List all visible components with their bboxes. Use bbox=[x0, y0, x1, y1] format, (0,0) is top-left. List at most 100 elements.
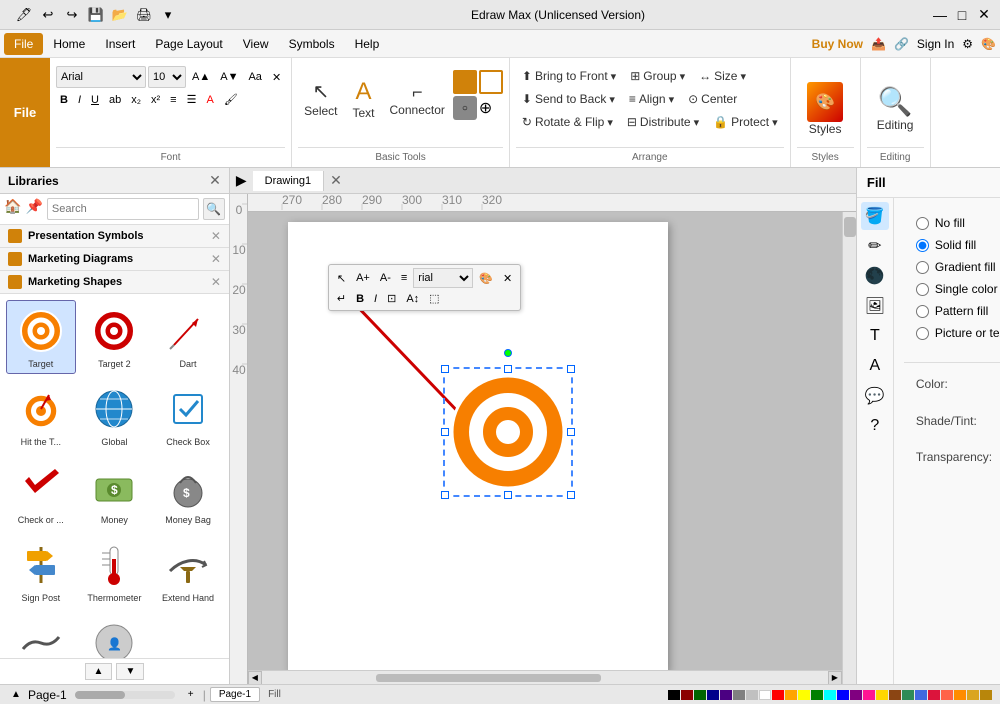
shape-target2[interactable]: Target 2 bbox=[80, 300, 150, 374]
color-gray[interactable] bbox=[733, 690, 745, 700]
resize-handle-bl[interactable] bbox=[441, 491, 449, 499]
italic-btn[interactable]: I bbox=[74, 92, 85, 108]
minimize-btn[interactable]: — bbox=[932, 7, 948, 23]
shape-extend-hand[interactable]: Extend Hand bbox=[153, 534, 223, 608]
font-color-btn[interactable]: A bbox=[202, 92, 217, 108]
drawing-page[interactable]: ↖ A+ A- ≡ rial 🎨 ✕ ↵ bbox=[288, 222, 668, 672]
theme-icon[interactable]: 🎨 bbox=[981, 37, 996, 51]
fill-radio-pattern[interactable] bbox=[916, 305, 929, 318]
color-indigo[interactable] bbox=[720, 690, 732, 700]
connector-btn[interactable]: ⌐ Connector bbox=[384, 66, 451, 134]
color-white[interactable] bbox=[759, 690, 771, 700]
fill-format-btn[interactable]: A bbox=[861, 352, 889, 380]
color-yellow[interactable] bbox=[798, 690, 810, 700]
menu-help[interactable]: Help bbox=[345, 33, 390, 55]
shape-handshake[interactable] bbox=[6, 612, 76, 658]
scroll-left-btn[interactable]: ◀ bbox=[248, 671, 262, 685]
page-tab-1[interactable]: Page-1 bbox=[210, 687, 260, 702]
resize-handle-br[interactable] bbox=[567, 491, 575, 499]
undo-btn[interactable]: ↩ bbox=[38, 5, 58, 25]
menu-home[interactable]: Home bbox=[43, 33, 95, 55]
fill-image-btn[interactable]: 🖼 bbox=[861, 292, 889, 320]
color-darkgreen[interactable] bbox=[694, 690, 706, 700]
close-toolbar-btn[interactable]: ✕ bbox=[499, 270, 516, 287]
color-darkred[interactable] bbox=[681, 690, 693, 700]
color-blue[interactable] bbox=[837, 690, 849, 700]
fill-option-gradient[interactable]: Gradient fill bbox=[916, 260, 1000, 274]
page-scroll-thumb[interactable] bbox=[75, 691, 125, 699]
fill-radio-picture[interactable] bbox=[916, 327, 929, 340]
resize-handle-ml[interactable] bbox=[441, 428, 449, 436]
shape-dart[interactable]: Dart bbox=[153, 300, 223, 374]
shape-sign-post[interactable]: Sign Post bbox=[6, 534, 76, 608]
font-family-select[interactable]: Arial bbox=[56, 66, 146, 88]
hollow-rect-tool[interactable] bbox=[479, 70, 503, 94]
rotate-handle[interactable] bbox=[504, 349, 512, 357]
fill-color-btn-f[interactable]: 🎨 bbox=[475, 270, 497, 287]
float-indent-btn[interactable]: ↵ bbox=[333, 290, 350, 307]
color-seagreen[interactable] bbox=[902, 690, 914, 700]
fill-option-solid[interactable]: Solid fill bbox=[916, 238, 1000, 252]
fill-radio-gradient[interactable] bbox=[916, 261, 929, 274]
resize-handle-mr[interactable] bbox=[567, 428, 575, 436]
bold-btn[interactable]: B bbox=[56, 92, 72, 108]
drawing-surface[interactable]: ↖ A+ A- ≡ rial 🎨 ✕ ↵ bbox=[248, 212, 856, 684]
library-category-marketing-diagrams[interactable]: Marketing Diagrams ✕ bbox=[0, 248, 229, 271]
menu-symbols[interactable]: Symbols bbox=[279, 33, 345, 55]
underline-btn[interactable]: U bbox=[87, 92, 103, 108]
highlight-btn[interactable]: 🖌 bbox=[220, 91, 242, 108]
library-category-marketing-shapes[interactable]: Marketing Shapes ✕ bbox=[0, 271, 229, 294]
color-goldenrod[interactable] bbox=[967, 690, 979, 700]
color-darkblue[interactable] bbox=[707, 690, 719, 700]
more-btn[interactable]: ▾ bbox=[158, 5, 178, 25]
share2-icon[interactable]: 🔗 bbox=[894, 37, 909, 51]
print-btn[interactable]: 🖨 bbox=[134, 5, 154, 25]
shape-thermometer[interactable]: Thermometer bbox=[80, 534, 150, 608]
shape-hit-target[interactable]: Hit the T... bbox=[6, 378, 76, 452]
rect-tool[interactable] bbox=[453, 70, 477, 94]
scroll-down-btn[interactable]: ▼ bbox=[116, 663, 144, 680]
send-back-btn[interactable]: ⬇ Send to Back▾ bbox=[516, 88, 621, 110]
close-tab-btn[interactable]: ✕ bbox=[324, 172, 348, 189]
sign-in-btn[interactable]: Sign In bbox=[917, 37, 954, 51]
tab-drawing1[interactable]: Drawing1 bbox=[253, 171, 324, 191]
library-search-btn[interactable]: 🔍 bbox=[203, 198, 225, 220]
color-gold[interactable] bbox=[876, 690, 888, 700]
float-list-btn[interactable]: ⊡ bbox=[383, 290, 400, 307]
canvas-scrollbar-h[interactable]: ◀ ▶ bbox=[248, 670, 842, 684]
libraries-close-btn[interactable]: ✕ bbox=[209, 172, 221, 189]
category-close-btn[interactable]: ✕ bbox=[211, 229, 221, 243]
color-royalblue[interactable] bbox=[915, 690, 927, 700]
shape-file-recovery[interactable]: 👤 File Recovery bbox=[80, 612, 150, 658]
scroll-thumb-v[interactable] bbox=[844, 217, 856, 237]
shape-target[interactable]: Target bbox=[6, 300, 76, 374]
styles-btn[interactable]: 🎨 Styles bbox=[801, 78, 849, 140]
menu-file[interactable]: File bbox=[4, 33, 43, 55]
fill-option-pattern[interactable]: Pattern fill bbox=[916, 304, 1000, 318]
color-black[interactable] bbox=[668, 690, 680, 700]
shape-check[interactable]: Check or ... bbox=[6, 456, 76, 530]
shape-global[interactable]: Global bbox=[80, 378, 150, 452]
ellipse-tool[interactable]: ○ bbox=[453, 96, 477, 120]
more-shapes-tool[interactable]: ⊕ bbox=[479, 98, 492, 118]
open-btn[interactable]: 📂 bbox=[110, 5, 130, 25]
menu-view[interactable]: View bbox=[233, 33, 279, 55]
color-darkgoldenrod[interactable] bbox=[980, 690, 992, 700]
color-silver[interactable] bbox=[746, 690, 758, 700]
fill-option-picture[interactable]: Picture or texture fill bbox=[916, 326, 1000, 340]
strikethrough-btn[interactable]: ab bbox=[105, 92, 125, 108]
redo-btn[interactable]: ↪ bbox=[62, 5, 82, 25]
share-icon[interactable]: 📤 bbox=[871, 37, 886, 51]
fill-help-btn[interactable]: ? bbox=[861, 412, 889, 440]
fill-radio-single-gradient[interactable] bbox=[916, 283, 929, 296]
library-search-input[interactable] bbox=[47, 198, 199, 220]
color-cyan[interactable] bbox=[824, 690, 836, 700]
ribbon-file-btn[interactable]: File bbox=[0, 58, 50, 167]
group-btn[interactable]: ⊞ Group▾ bbox=[624, 65, 691, 87]
shape-money-bag[interactable]: $ Money Bag bbox=[153, 456, 223, 530]
align-btn-f[interactable]: ≡ bbox=[397, 270, 411, 286]
font-size-down-btn[interactable]: A▼ bbox=[216, 69, 242, 85]
fill-shadow-btn[interactable]: 🌑 bbox=[861, 262, 889, 290]
color-red[interactable] bbox=[772, 690, 784, 700]
toggle-panel-btn[interactable]: ▶ bbox=[230, 172, 253, 189]
